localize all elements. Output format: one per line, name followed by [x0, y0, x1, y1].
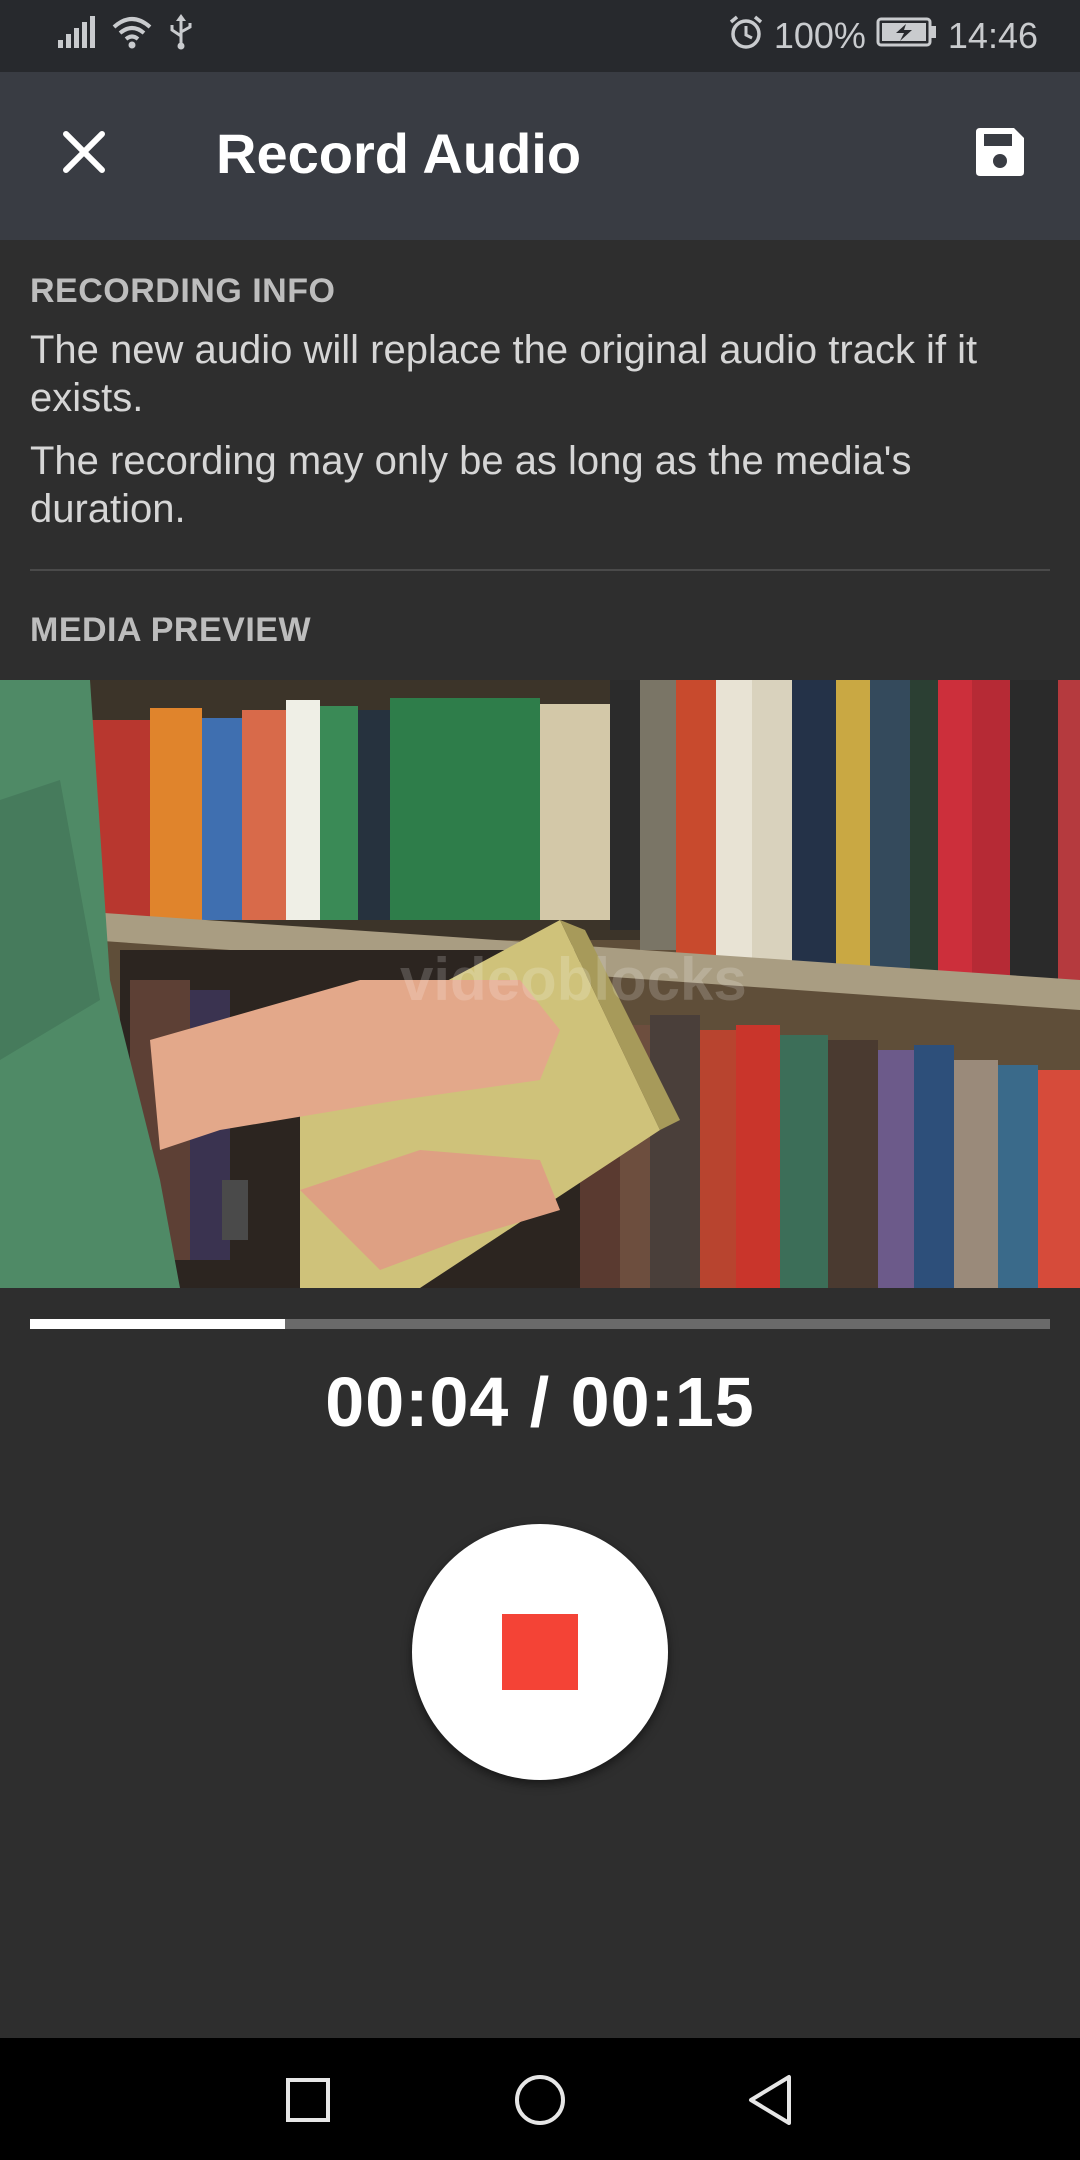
- usb-icon: [168, 13, 194, 59]
- signal-icon: [58, 15, 96, 57]
- save-button[interactable]: [960, 112, 1040, 192]
- recents-button[interactable]: [268, 2060, 348, 2140]
- back-button[interactable]: [730, 2060, 810, 2140]
- back-icon: [749, 2075, 791, 2125]
- status-right-icons: 100% 14:46: [728, 14, 1038, 58]
- recording-info-heading: RECORDING INFO: [30, 272, 336, 310]
- status-left-icons: [58, 13, 194, 59]
- screen: 100% 14:46 Record Audio RECORDING INFO T…: [0, 0, 1080, 2160]
- media-preview-heading: MEDIA PREVIEW: [30, 611, 312, 649]
- divider: [30, 569, 1050, 571]
- app-bar: Record Audio: [0, 72, 1080, 240]
- playback-progress-bar[interactable]: [30, 1319, 1050, 1329]
- clock: 14:46: [947, 15, 1038, 56]
- alarm-icon: [728, 14, 764, 59]
- playback-progress-fill: [30, 1319, 285, 1329]
- battery-charging-icon: [876, 15, 938, 57]
- home-icon: [515, 2075, 565, 2125]
- media-preview-image: videoblocks: [0, 680, 1080, 1288]
- recording-info-line-1: The new audio will replace the original …: [30, 328, 978, 420]
- recents-icon: [286, 2078, 330, 2122]
- status-bar: 100% 14:46: [0, 0, 1080, 72]
- stop-icon: [502, 1614, 578, 1690]
- stop-recording-button[interactable]: [412, 1524, 668, 1780]
- home-button[interactable]: [500, 2060, 580, 2140]
- save-icon: [976, 128, 1024, 176]
- playback-time: 00:04 / 00:15: [325, 1363, 755, 1441]
- page-title: Record Audio: [216, 122, 582, 185]
- navigation-bar: [0, 2038, 1080, 2160]
- close-icon: [63, 131, 105, 173]
- wifi-icon: [112, 15, 152, 58]
- close-button[interactable]: [44, 112, 124, 192]
- battery-percent: 100%: [773, 15, 866, 56]
- watermark-text: videoblocks: [400, 946, 747, 1013]
- recording-info-line-2: The recording may only be as long as the…: [30, 439, 912, 531]
